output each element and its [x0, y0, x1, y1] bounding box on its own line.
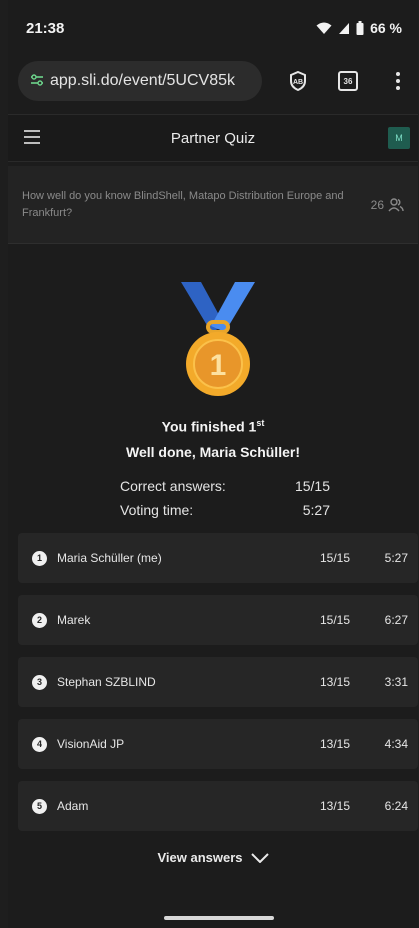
question-banner[interactable]: How well do you know BlindShell, Matapo … — [8, 166, 418, 244]
player-name: Marek — [57, 613, 91, 627]
result-stats: Correct answers: 15/15 Voting time: 5:27 — [120, 478, 330, 526]
player-score: 13/15 — [319, 675, 350, 689]
address-bar[interactable]: app.sli.do/event/5UCV85k — [18, 61, 262, 101]
avatar[interactable]: M — [388, 127, 410, 149]
rank-badge: 5 — [32, 798, 47, 814]
voting-time-value: 5:27 — [302, 502, 330, 518]
phone-screen: 21:38 66 % app.sli.do/event/5UCV85k AB 3… — [8, 0, 418, 928]
question-text: How well do you know BlindShell, Matapo … — [22, 189, 344, 219]
view-answers-label: View answers — [157, 850, 243, 865]
chevron-down-icon — [250, 852, 269, 863]
leaderboard-row[interactable]: 1 Maria Schüller (me) 15/15 5:27 — [18, 533, 418, 583]
overflow-menu-icon[interactable] — [388, 71, 408, 91]
page-title: Partner Quiz — [170, 129, 256, 147]
view-answers-button[interactable]: View answers — [8, 850, 418, 865]
player-name: Adam — [57, 799, 89, 813]
url-text: app.sli.do/event/5UCV85k — [50, 72, 235, 89]
site-settings-icon[interactable] — [30, 74, 44, 88]
rank-badge: 3 — [32, 674, 47, 690]
leaderboard: 1 Maria Schüller (me) 15/15 5:27 2 Marek… — [18, 533, 418, 843]
status-bar: 21:38 66 % — [8, 0, 418, 56]
finished-suffix: st — [256, 418, 265, 428]
status-icons: 66 % — [316, 20, 402, 36]
leaderboard-row[interactable]: 3 Stephan SZBLIND 13/15 3:31 — [18, 657, 418, 707]
app-bar: Partner Quiz M — [8, 114, 418, 162]
player-score: 15/15 — [319, 551, 350, 565]
player-time: 4:34 — [384, 737, 408, 751]
voting-time-label: Voting time: — [120, 502, 194, 518]
player-name: Stephan SZBLIND — [57, 675, 156, 689]
finished-text: You finished 1st — [8, 418, 418, 435]
leaderboard-row[interactable]: 4 VisionAid JP 13/15 4:34 — [18, 719, 418, 769]
player-time: 6:27 — [384, 613, 408, 627]
rank-badge: 2 — [32, 612, 47, 628]
participant-count-value: 26 — [370, 197, 384, 212]
rank-badge: 1 — [32, 550, 47, 566]
shield-icon[interactable]: AB — [288, 71, 308, 91]
hamburger-menu-icon[interactable] — [24, 130, 40, 144]
correct-answers-value: 15/15 — [294, 478, 330, 494]
finished-prefix: You finished 1 — [161, 418, 257, 435]
player-time: 3:31 — [384, 675, 408, 689]
leaderboard-row[interactable]: 2 Marek 15/15 6:27 — [18, 595, 418, 645]
leaderboard-row[interactable]: 5 Adam 13/15 6:24 — [18, 781, 418, 831]
rank-badge: 4 — [32, 736, 47, 752]
tab-count: 36 — [338, 71, 358, 91]
participant-count: 26 — [371, 198, 404, 212]
well-done-text: Well done, Maria Schüller! — [125, 444, 300, 460]
gesture-handle[interactable] — [164, 916, 274, 920]
people-icon — [388, 197, 404, 211]
battery-level: 66 % — [370, 20, 402, 36]
status-time: 21:38 — [26, 19, 65, 37]
battery-icon — [356, 21, 364, 35]
player-name: Maria Schüller (me) — [57, 551, 162, 565]
correct-answers-label: Correct answers: — [120, 478, 226, 494]
browser-toolbar: app.sli.do/event/5UCV85k AB 36 — [8, 58, 418, 104]
player-score: 13/15 — [319, 799, 350, 813]
signal-icon — [339, 22, 350, 34]
player-score: 15/15 — [319, 613, 350, 627]
tab-switcher-button[interactable]: 36 — [338, 71, 358, 91]
medal-number: 1 — [210, 349, 227, 382]
wifi-icon — [316, 22, 332, 34]
player-score: 13/15 — [319, 737, 350, 751]
player-name: VisionAid JP — [57, 737, 125, 751]
player-time: 6:24 — [384, 799, 408, 813]
svg-text:AB: AB — [293, 79, 303, 86]
gold-medal-icon: 1 — [181, 282, 255, 396]
player-time: 5:27 — [384, 551, 408, 565]
